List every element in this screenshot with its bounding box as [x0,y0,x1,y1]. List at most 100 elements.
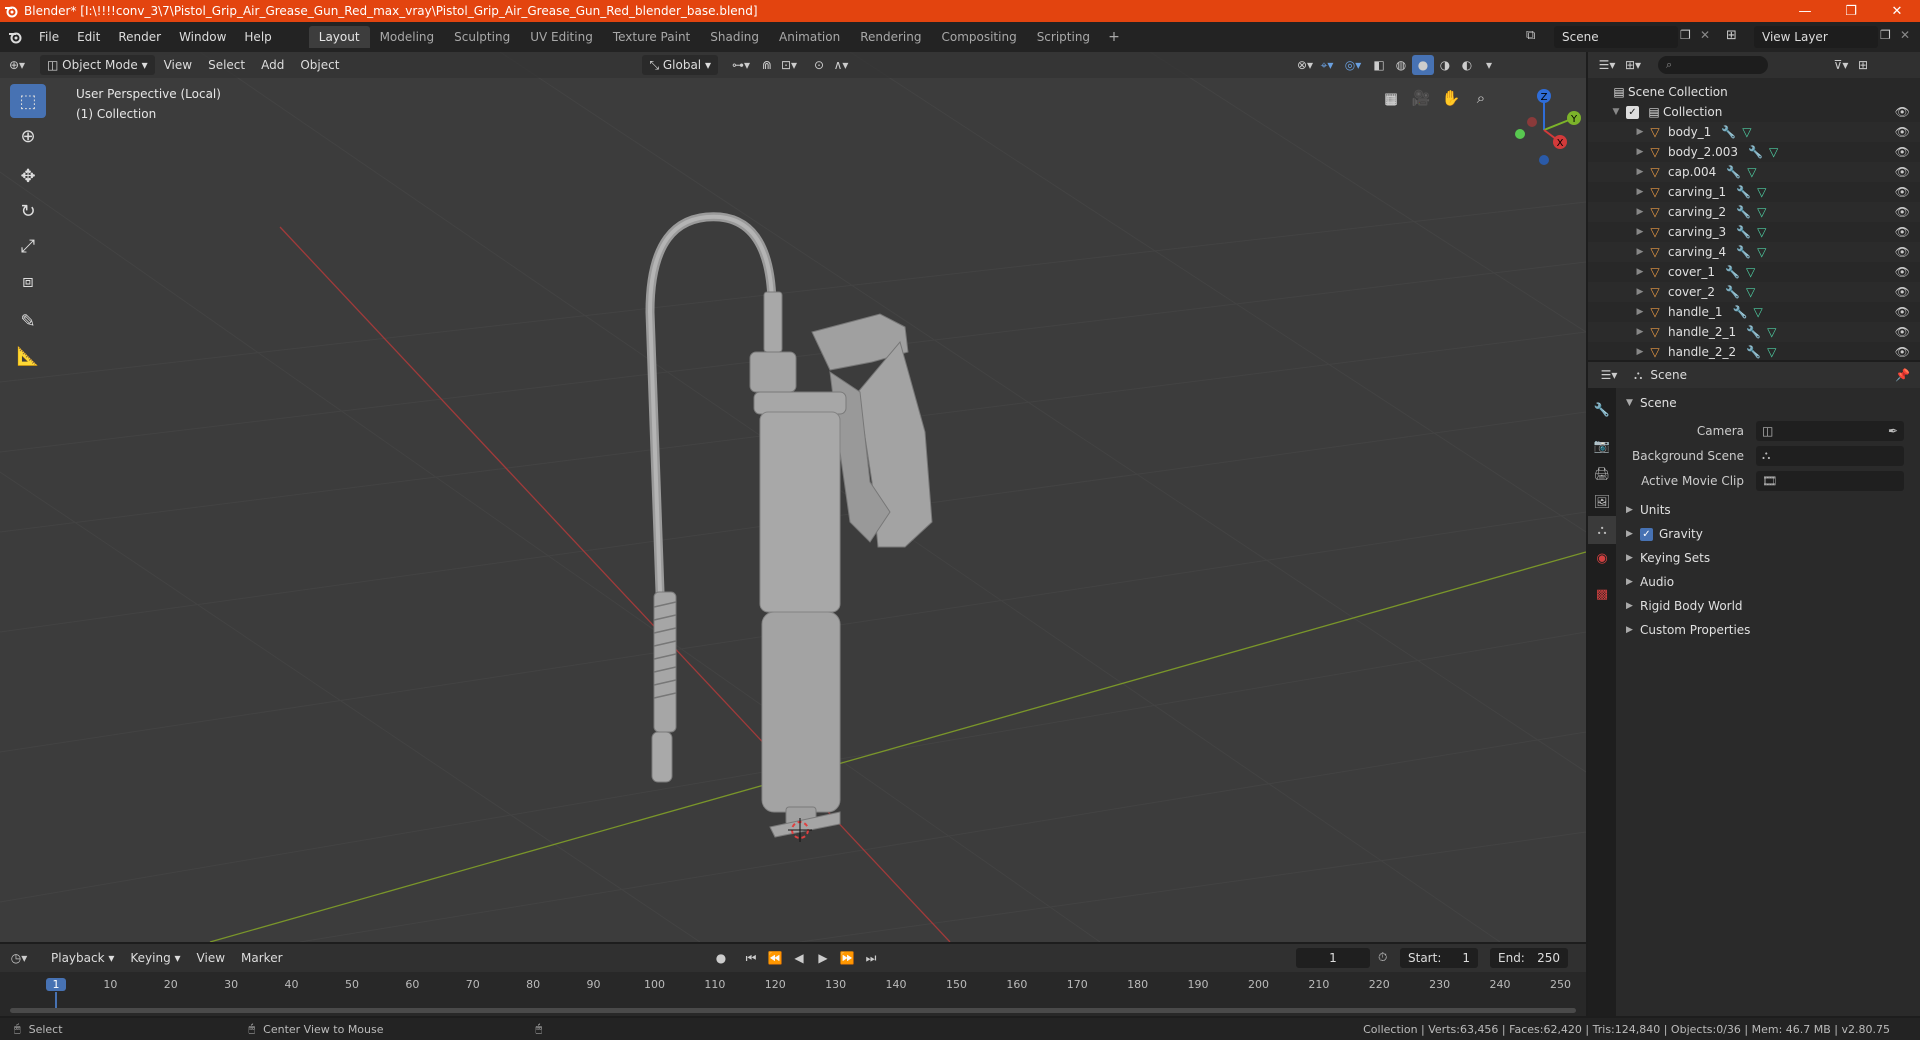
object-visibility-icon[interactable]: 👁 [1895,225,1910,239]
world-tab-icon[interactable]: ◉ [1588,544,1616,572]
object-visibility-icon[interactable]: 👁 [1895,285,1910,299]
jump-end-icon[interactable]: ⏭ [860,948,882,968]
panel-keying-sets-header[interactable]: ▶ Keying Sets [1620,547,1916,569]
outliner-editor-type-icon[interactable]: ☰▾ [1596,55,1618,75]
select-box-tool[interactable]: ⬚ [10,84,46,118]
blender-menu-icon[interactable] [0,30,30,44]
panel-audio-header[interactable]: ▶ Audio [1620,571,1916,593]
tool-tab-icon[interactable]: 🔧 [1588,396,1616,424]
start-frame-field[interactable]: Start: 1 [1400,948,1478,968]
jump-keyframe-back-icon[interactable]: ⏪ [764,948,786,968]
mesh-data-icon[interactable]: ▽ [1742,125,1751,139]
scene-tab-icon[interactable]: ⛬ [1588,516,1616,544]
modifier-icon[interactable]: 🔧 [1725,265,1740,279]
eyedropper-icon[interactable]: ✒ [1888,424,1898,438]
render-tab-icon[interactable]: 📷 [1588,432,1616,460]
mesh-data-icon[interactable]: ▽ [1767,325,1776,339]
camera-view-icon[interactable]: 🎥 [1410,88,1432,108]
panel-custom-properties-header[interactable]: ▶ Custom Properties [1620,619,1916,641]
gizmo-neg-x-handle[interactable] [1515,129,1525,139]
menu-window[interactable]: Window [170,22,235,52]
measure-tool[interactable]: 📐 [10,339,46,373]
new-view-layer-icon[interactable]: ❐ [1880,28,1891,42]
mesh-data-icon[interactable]: ▽ [1757,185,1766,199]
jump-keyframe-forward-icon[interactable]: ⏩ [836,948,858,968]
timeline-editor-type-icon[interactable]: ◷▾ [8,948,30,968]
filter-icon[interactable]: ⊽▾ [1830,55,1852,75]
pan-view-icon[interactable]: ✋ [1440,88,1462,108]
xray-toggle-icon[interactable]: ◧ [1368,55,1390,75]
outliner-search-input[interactable]: ⌕ [1658,56,1768,74]
timeline-clock-icon[interactable]: ⏱ [1378,950,1387,965]
proportional-editing-icon[interactable]: ⊙ [808,55,830,75]
mesh-data-icon[interactable]: ▽ [1754,305,1763,319]
panel-scene-header[interactable]: ▼ Scene [1620,392,1916,414]
gizmo-neg-z-handle[interactable] [1539,155,1549,165]
view-layer-field[interactable]: View Layer [1754,26,1878,48]
menu-file[interactable]: File [30,22,68,52]
move-tool[interactable]: ✥ [10,159,46,193]
scale-tool[interactable]: ⤢ [10,229,46,263]
tab-animation[interactable]: Animation [769,26,850,48]
current-frame-field[interactable]: 1 [1296,948,1370,968]
expand-object-icon[interactable]: ▶ [1634,207,1646,217]
mesh-data-icon[interactable]: ▽ [1747,165,1756,179]
maximize-button[interactable]: ❐ [1828,0,1874,22]
expand-object-icon[interactable]: ▶ [1634,167,1646,177]
mesh-data-icon[interactable]: ▽ [1757,225,1766,239]
outliner-object-row[interactable]: ▶ ▽ cover_2 🔧 ▽ 👁 [1588,282,1920,302]
menu-add[interactable]: Add [254,55,291,75]
rendered-shading-icon[interactable]: ◐ [1456,55,1478,75]
expand-object-icon[interactable]: ▶ [1634,327,1646,337]
remove-scene-icon[interactable]: ✕ [1700,28,1710,42]
modifier-icon[interactable]: 🔧 [1726,165,1741,179]
close-button[interactable]: ✕ [1874,0,1920,22]
outliner-collection[interactable]: ▼ ✓ ▤ Collection 👁 [1588,102,1920,122]
tab-texture-paint[interactable]: Texture Paint [603,26,700,48]
annotate-tool[interactable]: ✎ [10,304,46,338]
active-movie-clip-field[interactable]: 🎞 [1756,470,1904,491]
outliner-object-row[interactable]: ▶ ▽ handle_1 🔧 ▽ 👁 [1588,302,1920,322]
new-scene-icon[interactable]: ❐ [1680,28,1691,42]
modifier-icon[interactable]: 🔧 [1736,245,1751,259]
snap-target-icon[interactable]: ⊡▾ [778,55,800,75]
cursor-tool[interactable]: ⊕ [10,119,46,153]
navigation-gizmo[interactable]: Z Y X [1498,78,1586,178]
scene-selector-icon[interactable]: ⧉ [1526,28,1535,43]
view-layer-tab-icon[interactable]: 🖼 [1588,488,1616,516]
record-icon[interactable]: ● [710,948,732,968]
outliner-object-row[interactable]: ▶ ▽ body_2.003 🔧 ▽ 👁 [1588,142,1920,162]
expand-object-icon[interactable]: ▶ [1634,307,1646,317]
mesh-data-icon[interactable]: ▽ [1769,145,1778,159]
object-visibility-icon[interactable]: 👁 [1895,345,1910,359]
menu-marker[interactable]: Marker [234,948,289,968]
remove-view-layer-icon[interactable]: ✕ [1900,28,1910,42]
outliner-object-row[interactable]: ▶ ▽ carving_3 🔧 ▽ 👁 [1588,222,1920,242]
scene-name-field[interactable]: Scene [1554,26,1678,48]
output-tab-icon[interactable]: 🖨 [1588,460,1616,488]
outliner-object-row[interactable]: ▶ ▽ body_1 🔧 ▽ 👁 [1588,122,1920,142]
jump-start-icon[interactable]: ⏮ [740,948,762,968]
expand-object-icon[interactable]: ▶ [1634,267,1646,277]
outliner-object-row[interactable]: ▶ ▽ handle_2_2 🔧 ▽ 👁 [1588,342,1920,360]
solid-shading-icon[interactable]: ● [1411,55,1434,75]
expand-object-icon[interactable]: ▶ [1634,127,1646,137]
object-visibility-icon[interactable]: 👁 [1895,205,1910,219]
expand-object-icon[interactable]: ▶ [1634,287,1646,297]
pin-icon[interactable]: 📌 [1895,368,1910,382]
end-frame-field[interactable]: End: 250 [1490,948,1568,968]
rotate-tool[interactable]: ↻ [10,194,46,228]
tab-layout[interactable]: Layout [308,26,370,48]
perspective-toggle-icon[interactable]: ▦ [1380,88,1402,108]
object-visibility-icon[interactable]: 👁 [1895,145,1910,159]
expand-object-icon[interactable]: ▶ [1634,247,1646,257]
menu-select[interactable]: Select [201,55,252,75]
collection-visibility-icon[interactable]: 👁 [1895,105,1910,119]
play-icon[interactable]: ▶ [812,948,834,968]
gravity-checkbox[interactable]: ✓ [1640,527,1653,541]
menu-view[interactable]: View [157,55,199,75]
new-collection-icon[interactable]: ⊞ [1852,55,1874,75]
mesh-data-icon[interactable]: ▽ [1746,265,1755,279]
modifier-icon[interactable]: 🔧 [1736,225,1751,239]
modifier-icon[interactable]: 🔧 [1746,325,1761,339]
